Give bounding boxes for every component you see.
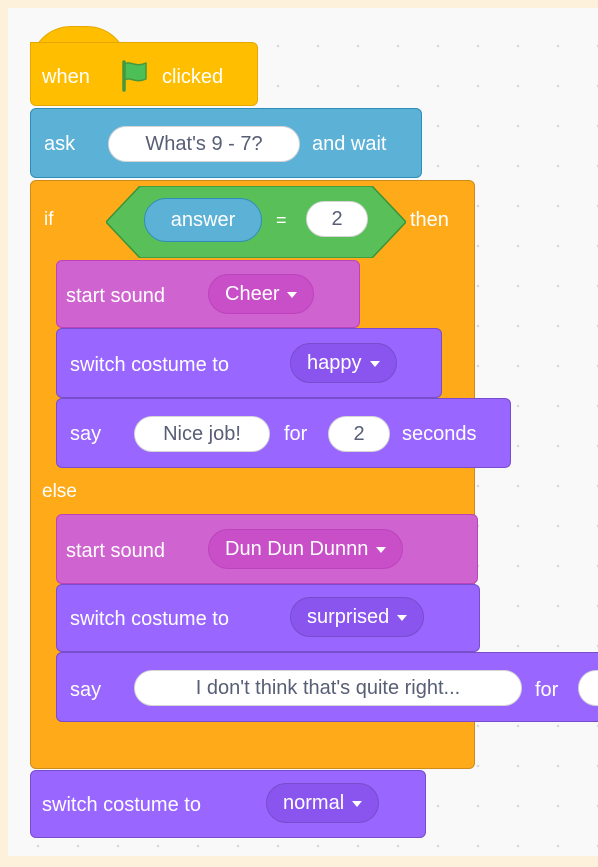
and-wait-label: and wait	[312, 133, 387, 155]
chevron-down-icon	[352, 800, 363, 807]
for-label: for	[284, 423, 308, 445]
costume-dropdown-value: normal	[283, 792, 345, 814]
sound-dropdown-value: Dun Dun Dunnn	[225, 538, 369, 560]
clicked-label: clicked	[162, 66, 224, 88]
sound-dropdown[interactable]: Cheer	[208, 274, 315, 314]
when-label: when	[42, 66, 90, 88]
condition-value-input[interactable]: 2	[306, 201, 368, 237]
say-message-input[interactable]: Nice job!	[134, 416, 270, 452]
if-label: if	[44, 209, 54, 230]
switch-costume-label: switch costume to	[70, 608, 229, 630]
seconds-label: seconds	[402, 423, 477, 445]
code-workspace[interactable]: if then else answer = 2 start sound Chee…	[8, 8, 598, 856]
if-else-arm	[31, 260, 53, 752]
sound-dropdown[interactable]: Dun Dun Dunnn	[208, 529, 404, 569]
costume-dropdown[interactable]: normal	[266, 783, 380, 823]
say-label: say	[70, 679, 102, 701]
answer-reporter[interactable]: answer	[144, 198, 262, 242]
chevron-down-icon	[287, 291, 298, 298]
start-sound-label: start sound	[66, 540, 165, 562]
equals-operator: =	[276, 210, 287, 230]
else-label: else	[42, 481, 77, 502]
ask-label: ask	[44, 133, 76, 155]
start-sound-label: start sound	[66, 285, 165, 307]
switch-costume-label: switch costume to	[42, 794, 201, 816]
say-seconds-input[interactable]: 2	[328, 416, 390, 452]
costume-dropdown-value: surprised	[307, 606, 390, 628]
switch-costume-label: switch costume to	[70, 354, 229, 376]
costume-dropdown[interactable]: happy	[290, 343, 397, 383]
costume-dropdown[interactable]: surprised	[290, 597, 425, 637]
question-input[interactable]: What's 9 - 7?	[108, 126, 300, 162]
chevron-down-icon	[397, 614, 408, 621]
say-label: say	[70, 423, 102, 445]
say-message-input[interactable]: I don't think that's quite right...	[134, 670, 522, 706]
sound-dropdown-value: Cheer	[225, 283, 280, 305]
for-label: for	[535, 679, 559, 701]
costume-dropdown-value: happy	[307, 352, 362, 374]
chevron-down-icon	[369, 360, 380, 367]
chevron-down-icon	[376, 546, 387, 553]
green-flag-icon	[122, 60, 147, 92]
then-label: then	[410, 209, 449, 231]
